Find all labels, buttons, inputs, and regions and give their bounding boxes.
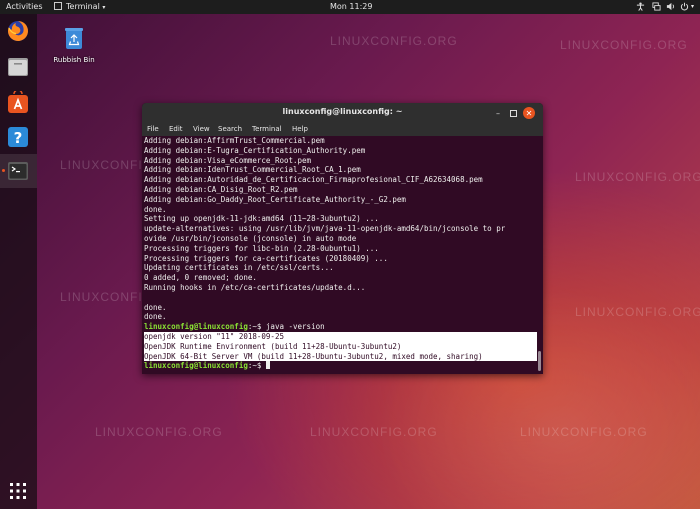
rubbish-bin-label: Rubbish Bin: [53, 56, 95, 64]
terminal-output[interactable]: Adding debian:AffirmTrust_Commercial.pem…: [142, 136, 537, 374]
show-applications-button[interactable]: [5, 478, 31, 504]
watermark: LINUXCONFIG.ORG: [560, 38, 688, 52]
window-title: linuxconfig@linuxconfig: ~: [282, 107, 403, 116]
help-launcher[interactable]: ?: [5, 124, 31, 150]
version-output-line: OpenJDK 64-Bit Server VM (build 11+28-Ub…: [144, 351, 537, 362]
output-line: Updating certificates in /etc/ssl/certs.…: [144, 263, 334, 273]
power-icon[interactable]: [680, 2, 689, 14]
watermark: LINUXCONFIG.ORG: [575, 170, 700, 184]
output-line: 0 added, 0 removed; done.: [144, 273, 257, 283]
output-line: update-alternatives: using /usr/lib/jvm/…: [144, 224, 506, 234]
output-line: Processing triggers for ca-certificates …: [144, 253, 388, 263]
output-line: Setting up openjdk-11-jdk:amd64 (11~28-3…: [144, 214, 379, 224]
output-line: done.: [144, 302, 167, 312]
output-line: Adding debian:IdenTrust_Commercial_Root_…: [144, 165, 361, 175]
files-icon: [8, 58, 28, 76]
terminal-window[interactable]: linuxconfig@linuxconfig: ~ – ✕ File Edit…: [142, 103, 543, 374]
software-launcher[interactable]: [5, 90, 31, 116]
watermark: LINUXCONFIG.ORG: [575, 305, 700, 319]
output-line: Adding debian:Autoridad_de_Certificacion…: [144, 175, 483, 185]
scrollbar-thumb[interactable]: [538, 351, 541, 371]
firefox-icon: [7, 21, 28, 41]
current-prompt-line[interactable]: linuxconfig@linuxconfig:~$: [144, 361, 537, 371]
output-line: ovide /usr/bin/jconsole (jconsole) in au…: [144, 233, 357, 243]
command-text: java -version: [265, 322, 325, 332]
output-line: Adding debian:Visa_eCommerce_Root.pem: [144, 155, 312, 165]
accessibility-icon[interactable]: [636, 2, 645, 14]
terminal-icon: [8, 162, 28, 180]
prompt-suffix: :~$: [247, 322, 266, 332]
minimize-button[interactable]: –: [492, 107, 504, 119]
terminal-launcher[interactable]: [5, 158, 31, 184]
watermark: LINUXCONFIG.ORG: [520, 425, 648, 439]
prompt-suffix: :~$: [247, 361, 266, 371]
menu-file[interactable]: File: [147, 125, 159, 133]
menu-help[interactable]: Help: [292, 125, 308, 133]
output-line: Adding debian:E-Tugra_Certification_Auth…: [144, 145, 366, 155]
minimize-icon: –: [496, 108, 500, 118]
watermark: LINUXCONFIG.ORG: [330, 34, 458, 48]
maximize-icon: [509, 109, 517, 117]
software-icon: [8, 91, 28, 113]
menu-view[interactable]: View: [193, 125, 210, 133]
menu-search[interactable]: Search: [218, 125, 242, 133]
svg-text:?: ?: [14, 129, 23, 147]
files-launcher[interactable]: [5, 54, 31, 80]
output-line: Adding debian:Go_Daddy_Root_Certificate_…: [144, 194, 406, 204]
output-line: done.: [144, 204, 167, 214]
close-button[interactable]: ✕: [523, 107, 535, 119]
menu-edit[interactable]: Edit: [169, 125, 183, 133]
command-line: linuxconfig@linuxconfig:~$ java -version: [144, 322, 537, 332]
menu-bar: File Edit View Search Terminal Help: [142, 123, 543, 136]
app-menu-button[interactable]: Terminal ▾: [66, 2, 105, 13]
rubbish-bin-desktop-icon[interactable]: Rubbish Bin: [52, 26, 96, 64]
text-cursor: [265, 361, 271, 370]
maximize-button[interactable]: [507, 107, 519, 119]
network-icon[interactable]: [652, 2, 661, 14]
app-menu-label: Terminal: [66, 2, 100, 11]
output-line: Running hooks in /etc/ca-certificates/up…: [144, 282, 366, 292]
version-output-line: OpenJDK Runtime Environment (build 11+28…: [144, 341, 537, 352]
close-icon: ✕: [525, 108, 533, 118]
dock: ?: [0, 14, 37, 509]
clock[interactable]: Mon 11:29: [330, 2, 372, 12]
chevron-down-icon[interactable]: ▾: [691, 2, 694, 12]
prompt-user-host: linuxconfig@linuxconfig: [144, 322, 248, 332]
activities-button[interactable]: Activities: [6, 2, 43, 12]
output-line: Adding debian:AffirmTrust_Commercial.pem: [144, 136, 325, 145]
watermark: LINUXCONFIG.ORG: [95, 425, 223, 439]
menu-terminal[interactable]: Terminal: [252, 125, 282, 133]
output-line: Processing triggers for libc-bin (2.28-0…: [144, 243, 379, 253]
volume-icon[interactable]: [666, 2, 675, 14]
output-line: done.: [144, 312, 167, 322]
chevron-down-icon: ▾: [102, 4, 106, 11]
app-grid-icon: [10, 483, 26, 499]
top-bar: Activities Terminal ▾ Mon 11:29 ▾: [0, 0, 700, 14]
prompt-user-host: linuxconfig@linuxconfig: [144, 361, 248, 371]
watermark: LINUXCONFIG.ORG: [310, 425, 438, 439]
trash-icon: [65, 28, 83, 49]
output-line: Adding debian:CA_Disig_Root_R2.pem: [144, 184, 298, 194]
terminal-app-icon: [54, 2, 62, 10]
title-bar[interactable]: linuxconfig@linuxconfig: ~ – ✕: [142, 103, 543, 123]
help-icon: ?: [8, 127, 28, 147]
version-output-line: openjdk version "11" 2018-09-25: [144, 331, 537, 342]
firefox-launcher[interactable]: [5, 18, 31, 44]
